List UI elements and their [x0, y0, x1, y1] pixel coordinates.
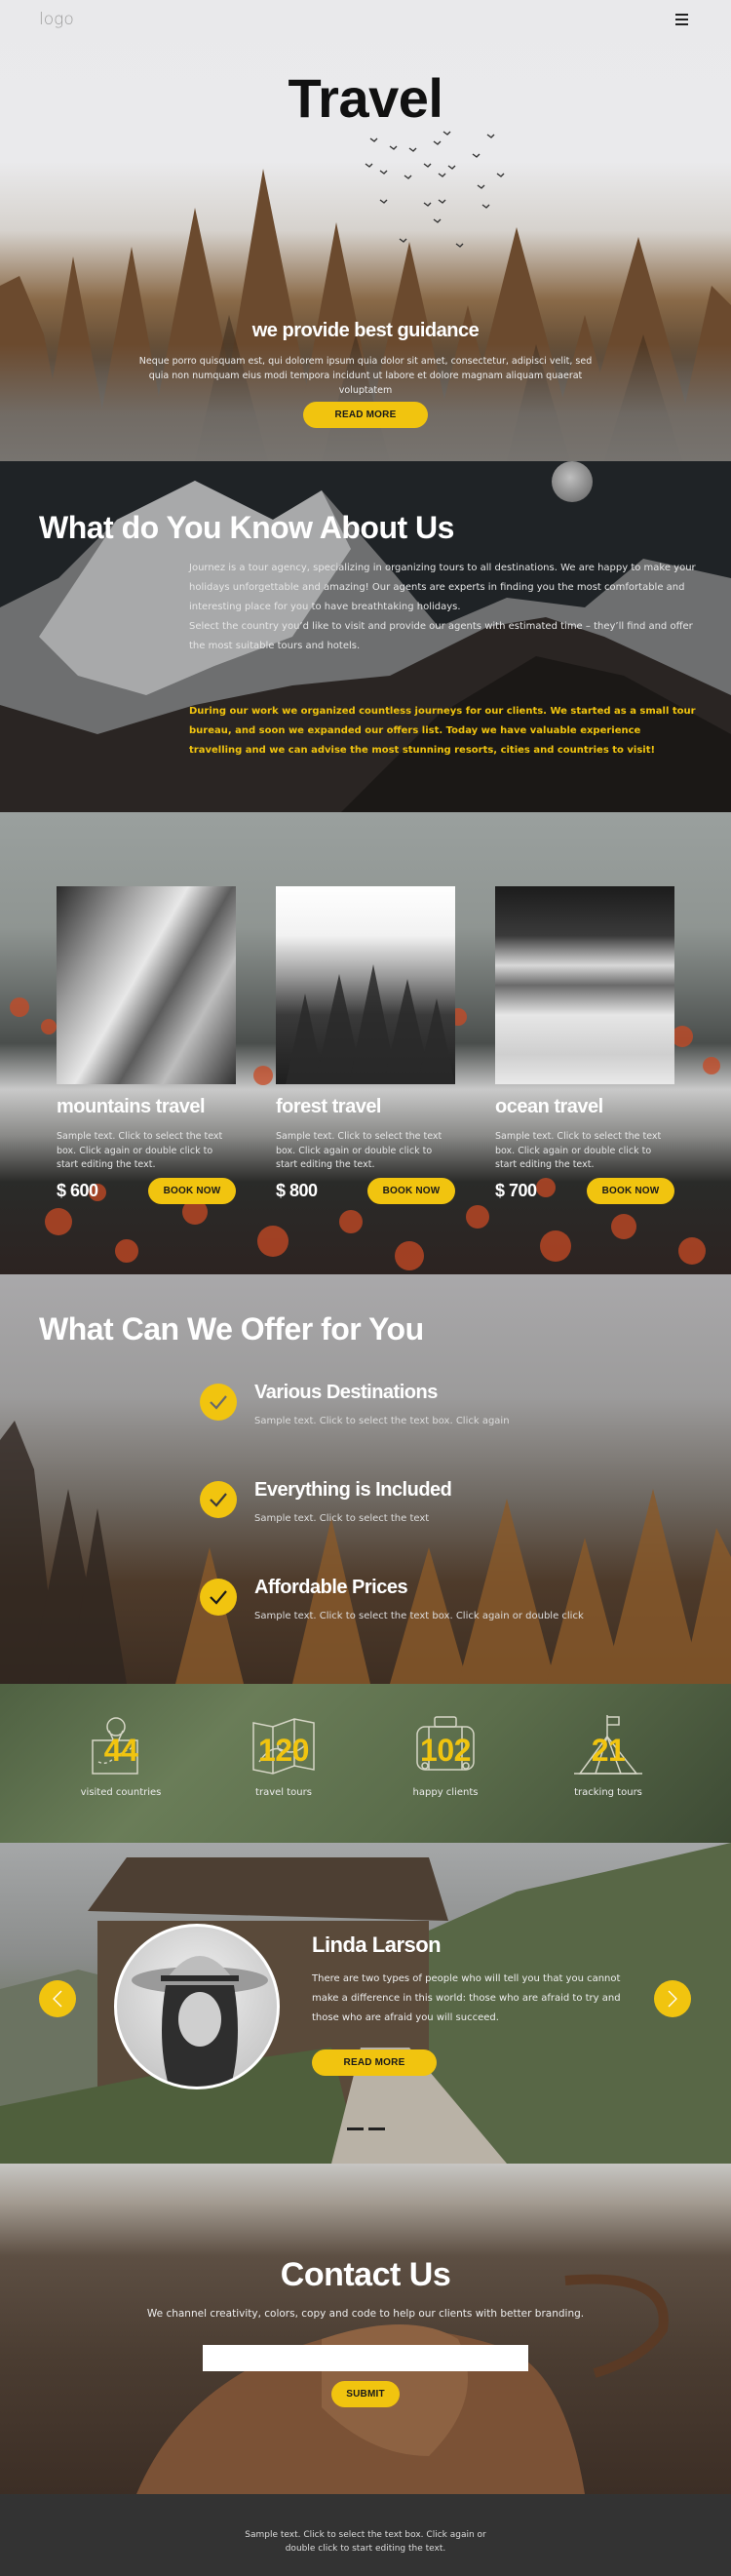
stats-section: 44 visited countries 120 travel tours 10… — [0, 1684, 731, 1843]
hero-read-more-button[interactable]: READ MORE — [303, 402, 428, 428]
tour-title: mountains travel — [57, 1096, 206, 1117]
tour-description: Sample text. Click to select the text bo… — [276, 1131, 442, 1170]
check-icon — [200, 1384, 237, 1421]
about-paragraph-line2: Select the country you’d like to visit a… — [189, 621, 693, 651]
offer-item-title: Various Destinations — [254, 1382, 438, 1403]
about-highlight-paragraph: During our work we organized countless j… — [189, 706, 696, 756]
tour-description: Sample text. Click to select the text bo… — [57, 1131, 223, 1170]
moon-image — [552, 461, 593, 502]
testimonial-read-more-button[interactable]: READ MORE — [312, 2049, 437, 2076]
offer-item-title: Everything is Included — [254, 1479, 452, 1501]
chevron-left-icon — [53, 1990, 62, 2008]
offer-item-title: Affordable Prices — [254, 1577, 408, 1598]
slide-indicator-1[interactable] — [347, 2127, 364, 2130]
woman-portrait — [132, 1956, 268, 2087]
tour-card: forest travel Sample text. Click to sele… — [276, 886, 455, 1204]
stat-item: 102 happy clients — [387, 1713, 504, 1798]
chevron-right-icon — [668, 1990, 677, 2008]
book-now-button[interactable]: BOOK NOW — [148, 1177, 236, 1204]
offer-item-text: Sample text. Click to select the text bo… — [254, 1611, 584, 1621]
stat-value: 102 — [420, 1733, 471, 1768]
stat-item: 21 tracking tours — [550, 1713, 667, 1798]
book-now-button[interactable]: BOOK NOW — [587, 1177, 674, 1204]
hero-subtitle: we provide best guidance — [251, 320, 480, 341]
canyon-photo — [57, 886, 236, 1084]
offer-section: What Can We Offer for You Various Destin… — [0, 1274, 731, 1684]
testimonial-name: Linda Larson — [312, 1932, 442, 1957]
about-paragraph-line1: Journez is a tour agency, specializing i… — [189, 563, 696, 612]
testimonial-quote: There are two types of people who will t… — [312, 1973, 621, 2023]
book-now-button[interactable]: BOOK NOW — [367, 1177, 455, 1204]
slider-indicators — [347, 2127, 385, 2130]
stat-label: tracking tours — [574, 1787, 642, 1798]
stat-item: 44 visited countries — [62, 1713, 179, 1798]
contact-section: Contact Us We channel creativity, colors… — [0, 2164, 731, 2494]
hero-title: Travel — [288, 67, 443, 129]
tour-title: forest travel — [276, 1096, 382, 1117]
about-title: What do You Know About Us — [39, 510, 454, 545]
avatar — [114, 1924, 280, 2089]
contact-input[interactable] — [203, 2345, 528, 2371]
contact-subtitle: We channel creativity, colors, copy and … — [146, 2308, 585, 2320]
stat-label: travel tours — [255, 1787, 312, 1798]
check-icon — [200, 1481, 237, 1518]
testimonial-section: Linda Larson There are two types of peop… — [0, 1843, 731, 2164]
misty-forest-photo — [276, 886, 455, 1084]
stat-label: visited countries — [80, 1787, 162, 1798]
stat-value: 120 — [258, 1733, 309, 1768]
offer-item-text: Sample text. Click to select the text bo… — [254, 1416, 510, 1426]
tour-card: ocean travel Sample text. Click to selec… — [495, 886, 674, 1204]
hamburger-menu-icon[interactable] — [675, 14, 688, 25]
logo[interactable]: logo — [39, 10, 74, 29]
tours-section: mountains travel Sample text. Click to s… — [0, 812, 731, 1274]
footer: Sample text. Click to select the text bo… — [0, 2494, 731, 2576]
previous-slide-button[interactable] — [39, 1980, 76, 2017]
next-slide-button[interactable] — [654, 1980, 691, 2017]
offer-item-text: Sample text. Click to select the text — [254, 1513, 430, 1524]
submit-button[interactable]: SUBMIT — [331, 2381, 400, 2407]
stat-label: happy clients — [412, 1787, 479, 1798]
about-paragraph: Journez is a tour agency, specializing i… — [189, 559, 696, 656]
tour-card: mountains travel Sample text. Click to s… — [57, 886, 236, 1204]
check-icon — [200, 1579, 237, 1616]
tour-price: $ 600 — [57, 1180, 98, 1200]
tour-title: ocean travel — [495, 1096, 603, 1117]
pine-trees-silhouette — [286, 964, 455, 1084]
tour-description: Sample text. Click to select the text bo… — [495, 1131, 662, 1170]
hero-description: Neque porro quisquam est, qui dolorem ip… — [138, 356, 593, 396]
hero-section: logo Travel we provide best guidance Neq… — [0, 0, 731, 461]
tour-price: $ 700 — [495, 1180, 537, 1200]
tour-price: $ 800 — [276, 1180, 318, 1200]
slide-indicator-2[interactable] — [368, 2127, 385, 2130]
offer-title: What Can We Offer for You — [39, 1311, 424, 1347]
footer-text: Sample text. Click to select the text bo… — [245, 2530, 486, 2554]
contact-title: Contact Us — [280, 2256, 451, 2293]
birds-illustration — [365, 131, 505, 248]
about-section: What do You Know About Us Journez is a t… — [0, 461, 731, 812]
stat-value: 21 — [591, 1733, 626, 1768]
stat-item: 120 travel tours — [225, 1713, 342, 1798]
ocean-waves-photo — [495, 886, 674, 1084]
leather-bag-background — [136, 2274, 669, 2494]
stat-value: 44 — [103, 1733, 138, 1768]
